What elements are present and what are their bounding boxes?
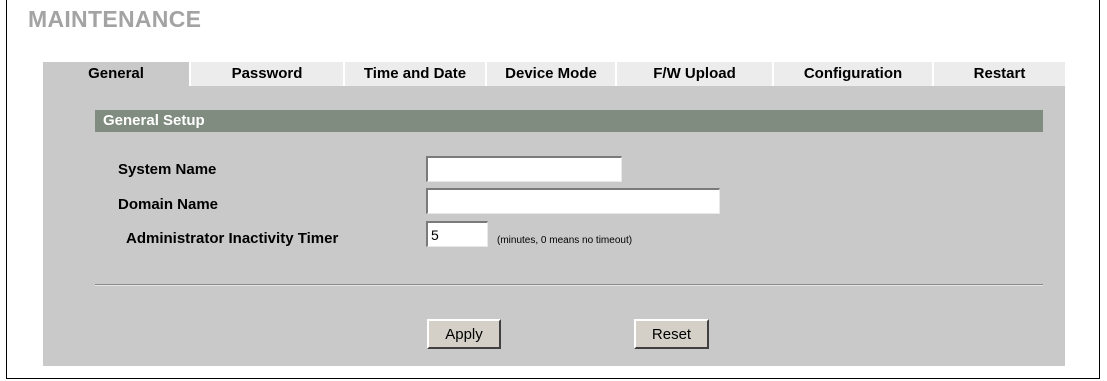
form-divider <box>95 284 1043 286</box>
tab-device-mode[interactable]: Device Mode <box>487 62 617 86</box>
tab-configuration[interactable]: Configuration <box>774 62 934 86</box>
inactivity-timer-hint: (minutes, 0 means no timeout) <box>497 235 633 246</box>
tab-fw-upload[interactable]: F/W Upload <box>617 62 774 86</box>
inactivity-timer-input[interactable] <box>426 221 488 247</box>
reset-button[interactable]: Reset <box>634 319 709 349</box>
tab-general[interactable]: General <box>43 62 191 86</box>
domain-name-input[interactable] <box>426 188 720 214</box>
system-name-input[interactable] <box>426 156 622 182</box>
apply-button[interactable]: Apply <box>427 319 501 349</box>
general-panel: General Setup System Name Domain Name Ad… <box>43 86 1065 366</box>
domain-name-label: Domain Name <box>118 196 219 213</box>
tab-bar: General Password Time and Date Device Mo… <box>43 62 1065 86</box>
inactivity-timer-label: Administrator Inactivity Timer <box>126 230 339 247</box>
tab-time-and-date[interactable]: Time and Date <box>345 62 487 86</box>
tab-password[interactable]: Password <box>191 62 345 86</box>
system-name-label: System Name <box>118 161 217 178</box>
section-header: General Setup <box>95 110 1043 132</box>
page-frame: MAINTENANCE General Password Time and Da… <box>6 0 1100 379</box>
page-title: MAINTENANCE <box>28 6 202 32</box>
tab-restart[interactable]: Restart <box>934 62 1065 86</box>
